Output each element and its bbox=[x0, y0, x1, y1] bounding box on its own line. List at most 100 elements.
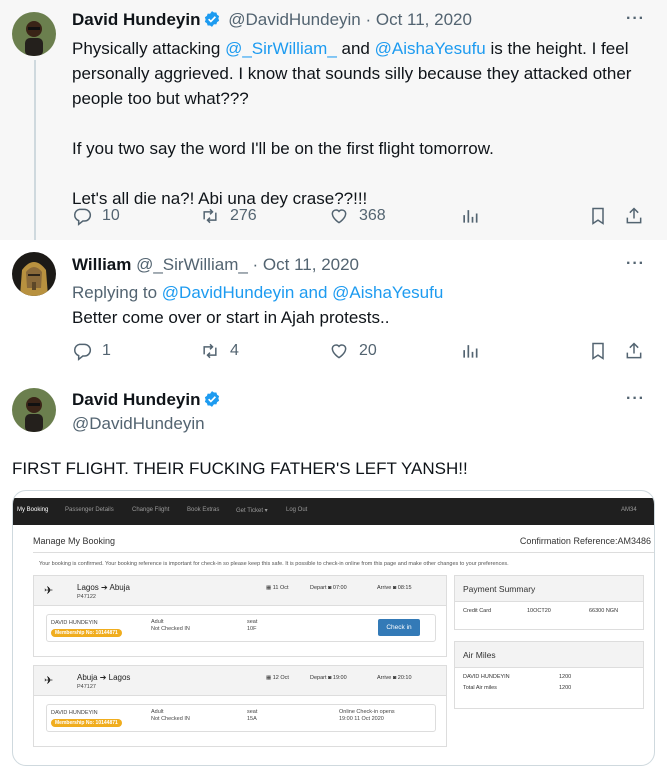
replying-prefix: Replying to bbox=[72, 283, 162, 302]
author-name[interactable]: William bbox=[72, 255, 131, 274]
payment-amount: 66300 NGN bbox=[589, 608, 619, 614]
seat-number: 15A bbox=[247, 716, 257, 722]
retweet-count: 276 bbox=[230, 207, 257, 224]
mention-link[interactable]: @_SirWilliam_ bbox=[225, 39, 337, 58]
route-to: Lagos bbox=[108, 673, 131, 682]
author-handle[interactable]: @DavidHundeyin bbox=[72, 414, 205, 434]
date-value: 12 Oct bbox=[272, 675, 289, 681]
depart-time: 19:00 bbox=[332, 675, 347, 681]
date-value: 11 Oct bbox=[272, 585, 289, 591]
seat-number: 10F bbox=[247, 626, 257, 632]
flight-route: Abuja ➔ Lagos bbox=[77, 673, 131, 682]
tweet-header: David Hundeyin bbox=[72, 390, 223, 413]
avatar-david[interactable] bbox=[12, 12, 56, 56]
like-button[interactable]: 368 bbox=[329, 206, 386, 226]
author-handle[interactable]: @DavidHundeyin bbox=[228, 10, 361, 29]
air-miles-title: Air Miles bbox=[455, 642, 643, 668]
reply-button[interactable]: 1 bbox=[72, 341, 111, 361]
author-handle[interactable]: @_SirWilliam_ bbox=[136, 255, 248, 274]
author-name[interactable]: David Hundeyin bbox=[72, 10, 200, 29]
booking-screenshot[interactable]: My Booking Passenger Details Change Flig… bbox=[12, 490, 655, 766]
avatar-david[interactable] bbox=[12, 388, 56, 432]
booking-header: Manage My Booking Confirmation Reference… bbox=[33, 531, 654, 553]
tweet-1[interactable]: David Hundeyin @DavidHundeyin · Oct 11, … bbox=[0, 0, 667, 240]
mention-link[interactable]: @AishaYesufu bbox=[375, 39, 486, 58]
tweet-2[interactable]: William @_SirWilliam_ · Oct 11, 2020 ···… bbox=[0, 240, 667, 372]
text-segment: and bbox=[336, 39, 375, 58]
membership-badge: Membership No: 10144871 bbox=[51, 629, 122, 637]
depart-label: Depart bbox=[310, 585, 327, 591]
passenger-row: DAVID HUNDEYIN Membership No: 10144871 A… bbox=[46, 614, 436, 642]
more-options-icon[interactable]: ··· bbox=[626, 10, 645, 28]
tweet-date[interactable]: · Oct 11, 2020 bbox=[365, 10, 471, 29]
flight-card-header: ✈ Abuja ➔ Lagos P47127 ▦ 12 Oct Depart ◙… bbox=[34, 666, 446, 696]
depart-time: 07:00 bbox=[332, 585, 347, 591]
tweet-text: Physically attacking @_SirWilliam_ and @… bbox=[72, 36, 652, 211]
tweet-text: FIRST FLIGHT. THEIR FUCKING FATHER'S LEF… bbox=[12, 459, 468, 478]
share-button[interactable] bbox=[624, 341, 654, 361]
more-options-icon[interactable]: ··· bbox=[626, 255, 645, 273]
tweet-header: David Hundeyin @DavidHundeyin · Oct 11, … bbox=[72, 10, 472, 33]
tweet-paragraph: If you two say the word I'll be on the f… bbox=[72, 139, 494, 158]
checkin-status: Not Checked IN bbox=[151, 716, 190, 722]
route-to: Abuja bbox=[109, 583, 130, 592]
online-checkin-note: Online Check-in opens bbox=[339, 709, 395, 715]
analytics-icon bbox=[463, 210, 478, 223]
booking-title: Manage My Booking bbox=[33, 536, 116, 546]
like-button[interactable]: 20 bbox=[329, 341, 377, 361]
nav-my-booking[interactable]: My Booking bbox=[17, 507, 48, 513]
online-checkin-time: 19:00 11 Oct 2020 bbox=[339, 716, 384, 722]
bookmark-button[interactable] bbox=[588, 206, 618, 226]
reply-button[interactable]: 10 bbox=[72, 206, 120, 226]
replying-to: Replying to @DavidHundeyin and @AishaYes… bbox=[72, 280, 652, 305]
share-icon bbox=[626, 342, 642, 359]
air-miles-total-row: Total Air miles 1200 bbox=[455, 683, 643, 694]
payment-date: 10OCT20 bbox=[527, 608, 551, 614]
reply-count: 1 bbox=[102, 342, 111, 359]
retweet-button[interactable]: 276 bbox=[200, 206, 257, 226]
flight-route: Lagos ➔ Abuja bbox=[77, 583, 130, 592]
flight-card: ✈ Abuja ➔ Lagos P47127 ▦ 12 Oct Depart ◙… bbox=[33, 665, 447, 747]
nav-book-extras[interactable]: Book Extras bbox=[187, 507, 219, 513]
like-count: 20 bbox=[359, 342, 377, 359]
check-in-button[interactable]: Check in bbox=[378, 619, 420, 636]
views-button[interactable] bbox=[460, 206, 490, 226]
replying-to-link[interactable]: @DavidHundeyin and @AishaYesufu bbox=[162, 283, 444, 302]
flight-card-header: ✈ Lagos ➔ Abuja P47122 ▦ 11 Oct Depart ◙… bbox=[34, 576, 446, 606]
total-miles-value: 1200 bbox=[559, 685, 572, 691]
verified-badge-icon bbox=[203, 390, 221, 413]
tweet-text: Better come over or start in Ajah protes… bbox=[72, 308, 390, 327]
nav-change-flight[interactable]: Change Flight bbox=[132, 507, 169, 513]
passenger-type: Adult bbox=[151, 619, 164, 625]
flight-arrive: Arrive ◙ 20:10 bbox=[377, 675, 412, 681]
bookmark-icon bbox=[592, 207, 604, 225]
payment-row: Credit Card 10OCT20 66300 NGN bbox=[455, 606, 643, 617]
seat-label: seat bbox=[247, 709, 258, 715]
retweet-button[interactable]: 4 bbox=[200, 341, 239, 361]
nav-passenger-details[interactable]: Passenger Details bbox=[65, 507, 114, 513]
tweet-date[interactable]: · Oct 11, 2020 bbox=[253, 255, 359, 274]
booking-nav: My Booking Passenger Details Change Flig… bbox=[13, 498, 654, 525]
nav-log-out[interactable]: Log Out bbox=[286, 507, 307, 513]
avatar-william[interactable] bbox=[12, 252, 56, 296]
thread-line bbox=[34, 60, 36, 240]
share-icon bbox=[626, 207, 642, 224]
nav-reference[interactable]: AM34 bbox=[621, 507, 637, 513]
author-name[interactable]: David Hundeyin bbox=[72, 390, 200, 409]
heart-icon bbox=[331, 344, 347, 359]
passenger-type: Adult bbox=[151, 709, 164, 715]
depart-label: Depart bbox=[310, 675, 327, 681]
tweet-actions: 1 4 20 bbox=[72, 341, 652, 365]
air-miles-row: DAVID HUNDEYIN 1200 bbox=[455, 672, 643, 683]
views-button[interactable] bbox=[460, 341, 490, 361]
like-count: 368 bbox=[359, 207, 386, 224]
tweet-actions: 10 276 368 bbox=[72, 206, 652, 230]
more-options-icon[interactable]: ··· bbox=[626, 390, 645, 408]
nav-get-ticket[interactable]: Get Ticket ▾ bbox=[236, 507, 268, 514]
share-button[interactable] bbox=[624, 206, 654, 226]
passenger-name: DAVID HUNDEYIN bbox=[51, 710, 98, 716]
air-miles-panel: Air Miles DAVID HUNDEYIN 1200 Total Air … bbox=[454, 641, 644, 709]
retweet-count: 4 bbox=[230, 342, 239, 359]
payment-method: Credit Card bbox=[463, 608, 492, 614]
bookmark-button[interactable] bbox=[588, 341, 618, 361]
